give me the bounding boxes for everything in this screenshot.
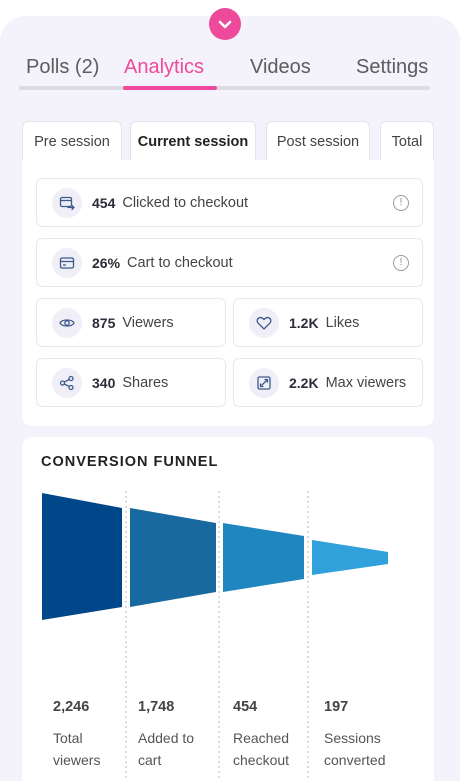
stat-value: 454 <box>92 194 116 211</box>
eye-icon <box>52 307 82 338</box>
funnel-stage-label: Sessions converted <box>324 730 386 768</box>
active-tab-indicator <box>123 86 217 90</box>
tab-pre-session[interactable]: Pre session <box>22 121 122 161</box>
stat-label: Clicked to checkout <box>122 194 249 211</box>
funnel-segment <box>130 508 216 607</box>
funnel-stage-label: Reached checkout <box>233 730 290 768</box>
info-icon[interactable]: ! <box>393 194 409 211</box>
stat-label: Cart to checkout <box>127 254 233 271</box>
checkout-icon <box>52 187 82 218</box>
tab-videos[interactable]: Videos <box>250 56 311 79</box>
funnel-segment <box>312 540 388 575</box>
funnel-stage-value: 2,246 <box>53 699 90 715</box>
expand-icon <box>249 367 279 398</box>
funnel-segment <box>42 493 122 620</box>
stat-cart-checkout: 26% Cart to checkout ! <box>36 238 423 287</box>
stat-value: 1.2K <box>289 314 319 331</box>
funnel-stage-value: 197 <box>324 699 349 715</box>
chevron-down-icon <box>218 20 232 29</box>
eye-icon <box>59 318 75 327</box>
stats-panel: 454 Clicked to checkout ! 26% Cart to ch… <box>22 160 434 426</box>
checkout-icon <box>59 196 75 210</box>
conversion-funnel-card: CONVERSION FUNNEL 2,246 Total viewers 1,74… <box>22 437 434 781</box>
tabs-divider <box>19 86 430 90</box>
stat-label: Shares <box>122 374 169 391</box>
stat-label: Max viewers <box>325 374 407 391</box>
funnel-stage-value: 454 <box>233 699 258 715</box>
stat-clicked-checkout: 454 Clicked to checkout ! <box>36 178 423 227</box>
funnel-segment <box>223 523 304 592</box>
expand-icon <box>257 375 271 390</box>
heart-icon <box>256 316 272 330</box>
stat-viewers: 875 Viewers <box>36 298 226 347</box>
tab-total[interactable]: Total <box>380 121 434 161</box>
info-icon[interactable]: ! <box>393 254 409 271</box>
stat-label: Likes <box>325 314 360 331</box>
tab-current-session[interactable]: Current session <box>130 121 256 161</box>
tab-polls[interactable]: Polls (2) <box>26 56 99 79</box>
stat-shares: 340 Shares <box>36 358 226 407</box>
card-icon <box>52 247 82 278</box>
funnel-stage-label: Total viewers <box>53 730 101 768</box>
session-tabs: Pre session Current session Post session… <box>22 121 434 161</box>
stat-likes: 1.2K Likes <box>233 298 423 347</box>
tab-analytics[interactable]: Analytics <box>124 56 204 79</box>
stat-value: 875 <box>92 314 116 331</box>
card-icon <box>59 256 75 269</box>
stat-value: 2.2K <box>289 374 319 391</box>
main-tabs: Polls (2) Analytics Videos Settings <box>19 52 430 90</box>
collapse-button[interactable] <box>209 8 241 40</box>
heart-icon <box>249 307 279 338</box>
stat-value: 26% <box>92 254 121 271</box>
stat-max-viewers: 2.2K Max viewers <box>233 358 423 407</box>
funnel-stage-label: Added to cart <box>138 730 195 768</box>
tab-post-session[interactable]: Post session <box>266 121 370 161</box>
stat-label: Viewers <box>122 314 174 331</box>
funnel-stage-value: 1,748 <box>138 699 175 715</box>
tab-settings[interactable]: Settings <box>356 56 428 79</box>
share-icon <box>59 375 74 390</box>
stat-value: 340 <box>92 374 116 391</box>
share-icon <box>52 367 82 398</box>
